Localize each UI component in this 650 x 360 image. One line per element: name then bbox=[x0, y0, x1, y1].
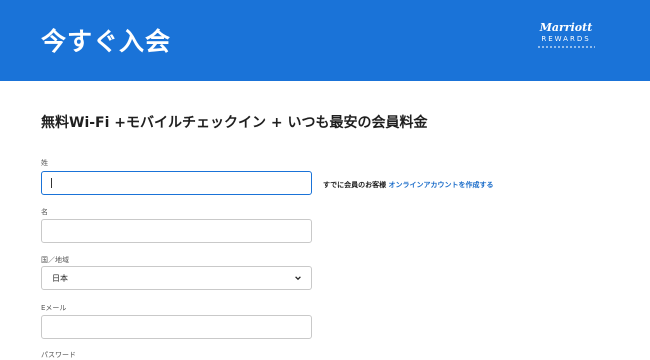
promo-heading: 無料Wi-Fi +モバイルチェックイン + いつも最安の会員料金 bbox=[41, 115, 428, 131]
password-label: パスワード bbox=[41, 351, 76, 359]
create-online-account-link[interactable]: オンラインアカウントを作成する bbox=[389, 181, 494, 189]
first-name-label: 名 bbox=[41, 208, 48, 216]
first-name-field[interactable] bbox=[41, 219, 312, 243]
logo-dots-decoration bbox=[537, 45, 595, 49]
email-field[interactable] bbox=[41, 315, 312, 339]
chevron-down-icon bbox=[295, 276, 301, 281]
existing-member-note: すでに会員のお客様 オンラインアカウントを作成する bbox=[323, 180, 494, 190]
logo-sub-text: REWARDS bbox=[541, 35, 591, 43]
page-header: 今すぐ入会 Marriott REWARDS bbox=[0, 0, 650, 81]
email-label: Eメール bbox=[41, 304, 67, 312]
last-name-label: 姓 bbox=[41, 159, 48, 167]
existing-member-text: すでに会員のお客様 bbox=[323, 181, 387, 189]
country-label: 国／地域 bbox=[41, 256, 69, 264]
page-title: 今すぐ入会 bbox=[41, 27, 172, 56]
logo-brand-text: Marriott bbox=[539, 21, 593, 34]
text-caret bbox=[51, 178, 52, 188]
country-select[interactable]: 日本 bbox=[41, 266, 312, 290]
marriott-rewards-logo[interactable]: Marriott REWARDS bbox=[530, 22, 602, 56]
country-selected-value: 日本 bbox=[52, 274, 68, 283]
last-name-field[interactable] bbox=[41, 171, 312, 195]
